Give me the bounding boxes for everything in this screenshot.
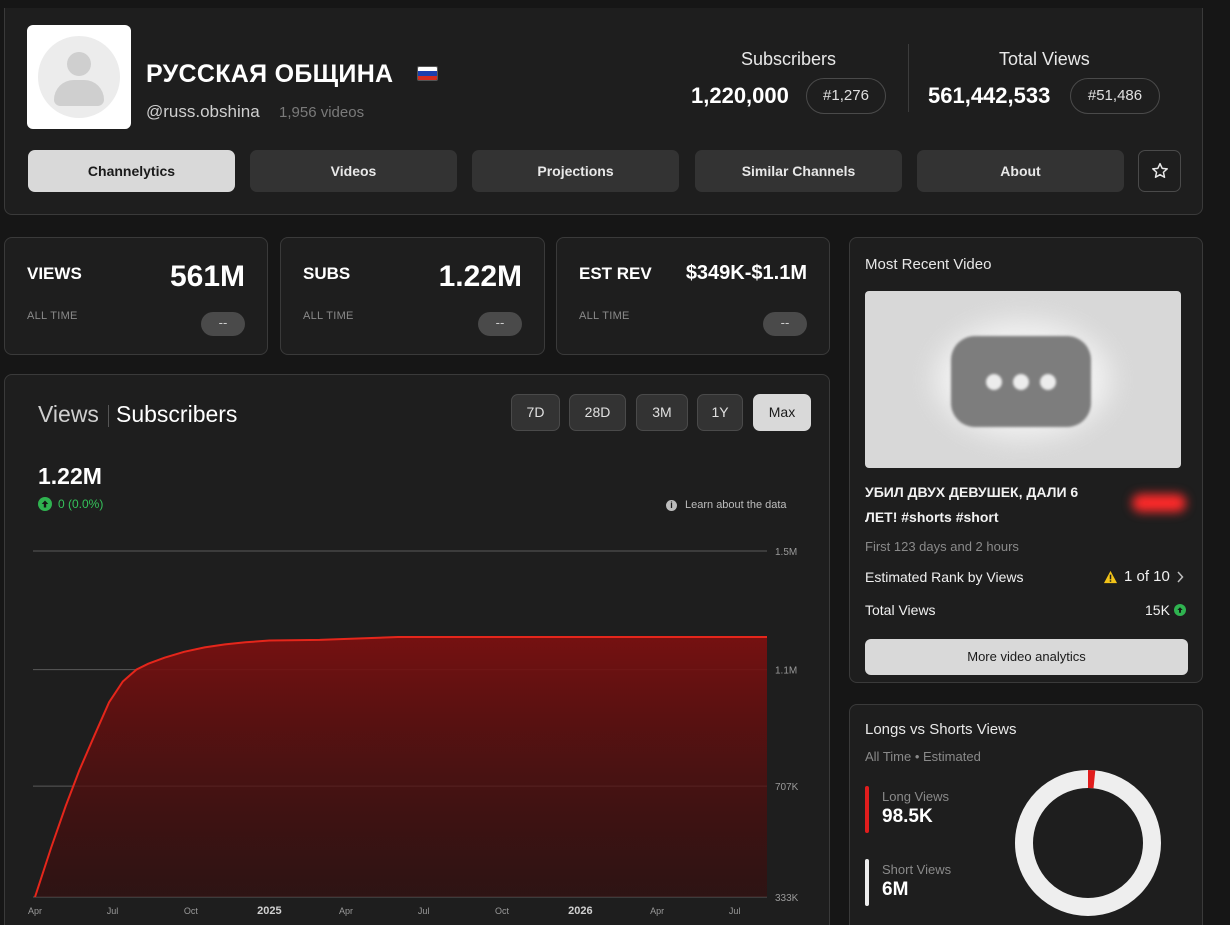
most-recent-video-card: Most Recent Video УБИЛ ДВУХ ДЕВУШЕК, ДАЛ…: [849, 237, 1203, 683]
tab-projections[interactable]: Projections: [472, 150, 679, 192]
rank-value-text: 1 of 10: [1124, 568, 1170, 585]
short-views-label: Short Views: [882, 862, 952, 877]
total-views-rank-badge: #51,486: [1070, 78, 1160, 114]
short-views-value: 6M: [882, 879, 909, 900]
total-views-label: Total Views: [999, 49, 1090, 69]
rank-value[interactable]: 1 of 10: [1103, 568, 1184, 585]
subscribers-rank-badge: #1,276: [806, 78, 886, 114]
x-tick-label: Apr: [339, 906, 353, 916]
revenue-metric-card: EST REV $349K-$1.1M ALL TIME --: [556, 237, 830, 355]
views-metric-card: VIEWS 561M ALL TIME --: [4, 237, 268, 355]
short-views-color-bar: [865, 859, 869, 906]
tab-videos[interactable]: Videos: [250, 150, 457, 192]
y-tick-label: 707K: [775, 782, 799, 793]
metric-change-badge: --: [763, 312, 807, 336]
channel-name: РУССКАЯ ОБЩИНА: [146, 60, 394, 88]
section-subtitle: All Time • Estimated: [865, 749, 981, 764]
subscribers-value: 1,220,000: [691, 83, 789, 108]
y-tick-label: 1.5M: [775, 547, 797, 558]
metric-period: ALL TIME: [303, 310, 354, 322]
subscribers-label: Subscribers: [741, 49, 837, 69]
x-tick-label: Apr: [28, 906, 42, 916]
short-views-slice: [1015, 770, 1161, 916]
x-tick-label: Oct: [495, 906, 510, 916]
total-views-value: 15K: [1145, 602, 1170, 618]
rank-label: Estimated Rank by Views: [865, 569, 1024, 585]
long-views-value: 98.5K: [882, 806, 933, 827]
x-tick-label: Jul: [107, 906, 119, 916]
avatar: [27, 25, 131, 129]
longs-vs-shorts-card: Longs vs Shorts Views All Time • Estimat…: [849, 704, 1203, 925]
long-views-label: Long Views: [882, 789, 949, 804]
more-video-analytics-button[interactable]: More video analytics: [865, 639, 1188, 675]
star-icon: [1151, 162, 1168, 178]
favorite-button[interactable]: [1138, 150, 1181, 192]
play-placeholder-icon: [951, 336, 1091, 427]
section-title: Most Recent Video: [865, 256, 992, 273]
warning-icon: [1103, 570, 1118, 583]
x-tick-label: Jul: [729, 906, 741, 916]
metric-value: 1.22M: [438, 260, 522, 293]
section-title: Longs vs Shorts Views: [865, 721, 1017, 738]
metric-change-badge: --: [201, 312, 245, 336]
x-tick-label: Jul: [418, 906, 430, 916]
tab-about[interactable]: About: [917, 150, 1124, 192]
blurred-badge: [1132, 494, 1186, 512]
video-thumbnail[interactable]: [865, 291, 1181, 468]
metric-value: $349K-$1.1M: [685, 262, 807, 284]
tab-channelytics[interactable]: Channelytics: [28, 150, 235, 192]
video-count: 1,956 videos: [279, 104, 365, 121]
user-placeholder-icon: [38, 36, 120, 118]
subs-metric-card: SUBS 1.22M ALL TIME --: [280, 237, 545, 355]
metric-label: VIEWS: [27, 264, 82, 283]
long-views-color-bar: [865, 786, 869, 833]
x-tick-label: Apr: [650, 906, 664, 916]
x-tick-label: 2025: [257, 905, 281, 917]
subscribers-area: [35, 637, 767, 897]
x-tick-label: Oct: [184, 906, 199, 916]
russia-flag-icon: [417, 66, 438, 81]
metric-period: ALL TIME: [27, 310, 78, 322]
video-age: First 123 days and 2 hours: [865, 539, 1019, 554]
metric-period: ALL TIME: [579, 310, 630, 322]
y-tick-label: 1.1M: [775, 666, 797, 677]
arrow-up-icon: [1173, 604, 1186, 616]
chevron-right-icon: [1177, 570, 1184, 583]
metric-value: 561M: [169, 260, 245, 293]
metric-change-badge: --: [478, 312, 522, 336]
stats-divider: [908, 44, 909, 112]
x-tick-label: 2026: [568, 905, 592, 917]
growth-chart-card: Views Subscribers 7D 28D 3M 1Y Max 1.22M…: [4, 374, 830, 925]
tab-similar-channels[interactable]: Similar Channels: [695, 150, 902, 192]
metric-label: EST REV: [579, 264, 652, 283]
total-views: 15K: [1145, 602, 1186, 618]
total-views-label: Total Views: [865, 602, 936, 618]
y-tick-label: 333K: [775, 893, 799, 904]
subscribers-area-chart: 1.5M 1.1M 707K 333K Apr Jul Oct 2025 Apr Jul Oct 20…: [28, 547, 799, 917]
channel-handle: @russ.obshina: [146, 102, 260, 121]
metric-label: SUBS: [303, 264, 351, 283]
video-title[interactable]: УБИЛ ДВУХ ДЕВУШЕК, ДАЛИ 6 ЛЕТ! #shorts #…: [865, 480, 1113, 530]
channel-header: РУССКАЯ ОБЩИНА @russ.obshina 1,956 video…: [4, 8, 1203, 215]
longs-vs-shorts-donut-chart: [1015, 770, 1161, 916]
total-views-value: 561,442,533: [928, 83, 1051, 108]
